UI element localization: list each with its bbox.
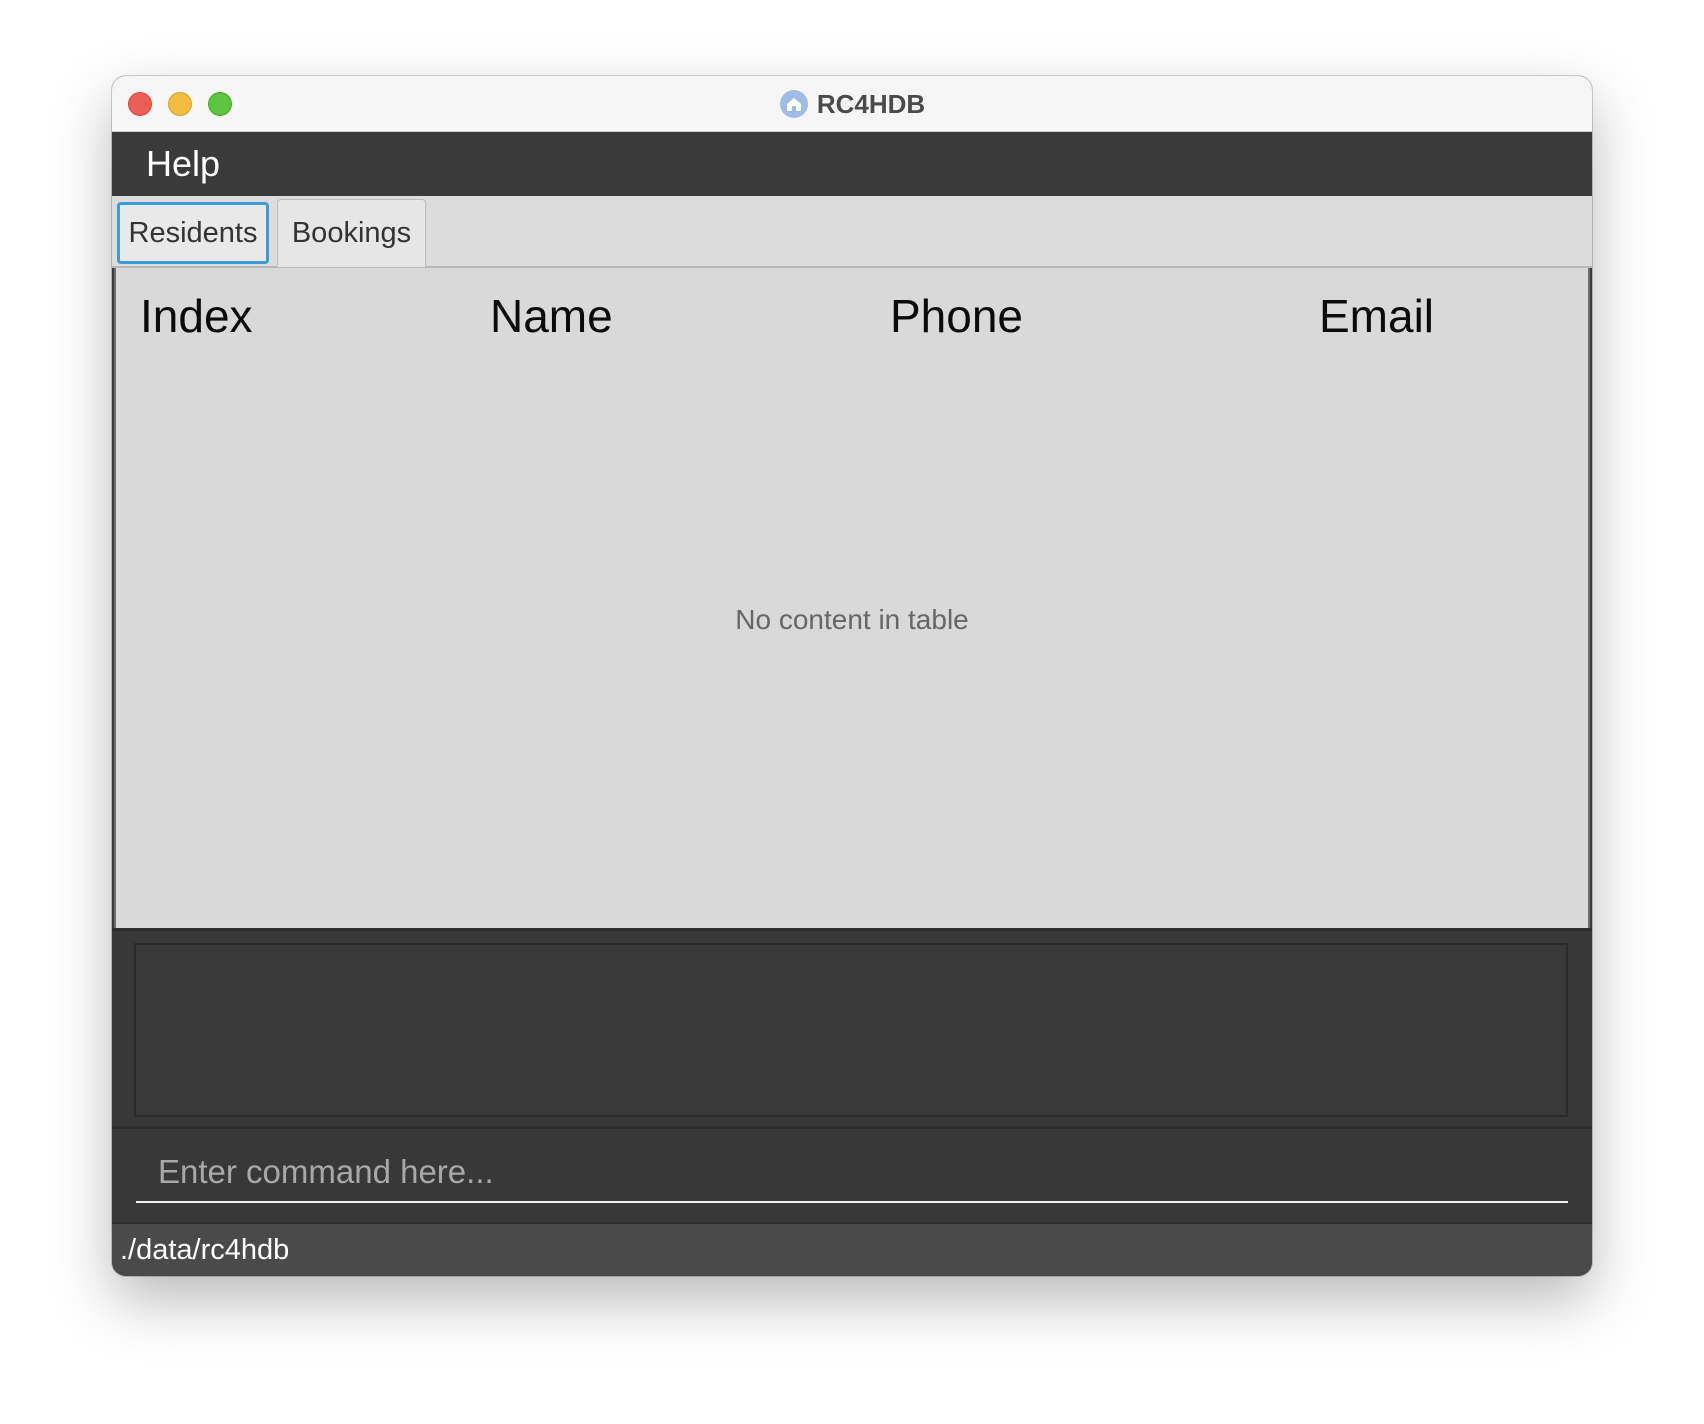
command-input[interactable]	[136, 1143, 1568, 1203]
status-bar: ./data/rc4hdb	[112, 1222, 1592, 1276]
column-header-index[interactable]: Index	[140, 288, 253, 344]
table-empty-message: No content in table	[735, 604, 969, 635]
command-box-panel	[112, 1126, 1592, 1222]
result-display[interactable]	[134, 943, 1568, 1117]
window-title-group: RC4HDB	[112, 76, 1592, 132]
window-title: RC4HDB	[816, 88, 926, 119]
residents-table[interactable]: Index Name Phone Email No content in tab…	[114, 268, 1590, 928]
column-header-phone[interactable]: Phone	[890, 288, 1023, 344]
app-window: RC4HDB Help Residents Bookings Index Nam…	[112, 76, 1592, 1276]
title-bar: RC4HDB	[112, 76, 1592, 132]
tab-residents[interactable]: Residents	[117, 202, 269, 264]
column-header-email[interactable]: Email	[1319, 288, 1434, 344]
menu-help[interactable]: Help	[146, 142, 220, 186]
menu-bar: Help	[112, 132, 1592, 196]
data-file-path: ./data/rc4hdb	[120, 1234, 290, 1266]
tab-bar: Residents Bookings	[112, 196, 1592, 268]
result-display-panel	[112, 928, 1592, 1126]
column-header-name[interactable]: Name	[490, 288, 613, 344]
house-icon	[779, 90, 808, 118]
tab-bookings[interactable]: Bookings	[277, 199, 426, 267]
